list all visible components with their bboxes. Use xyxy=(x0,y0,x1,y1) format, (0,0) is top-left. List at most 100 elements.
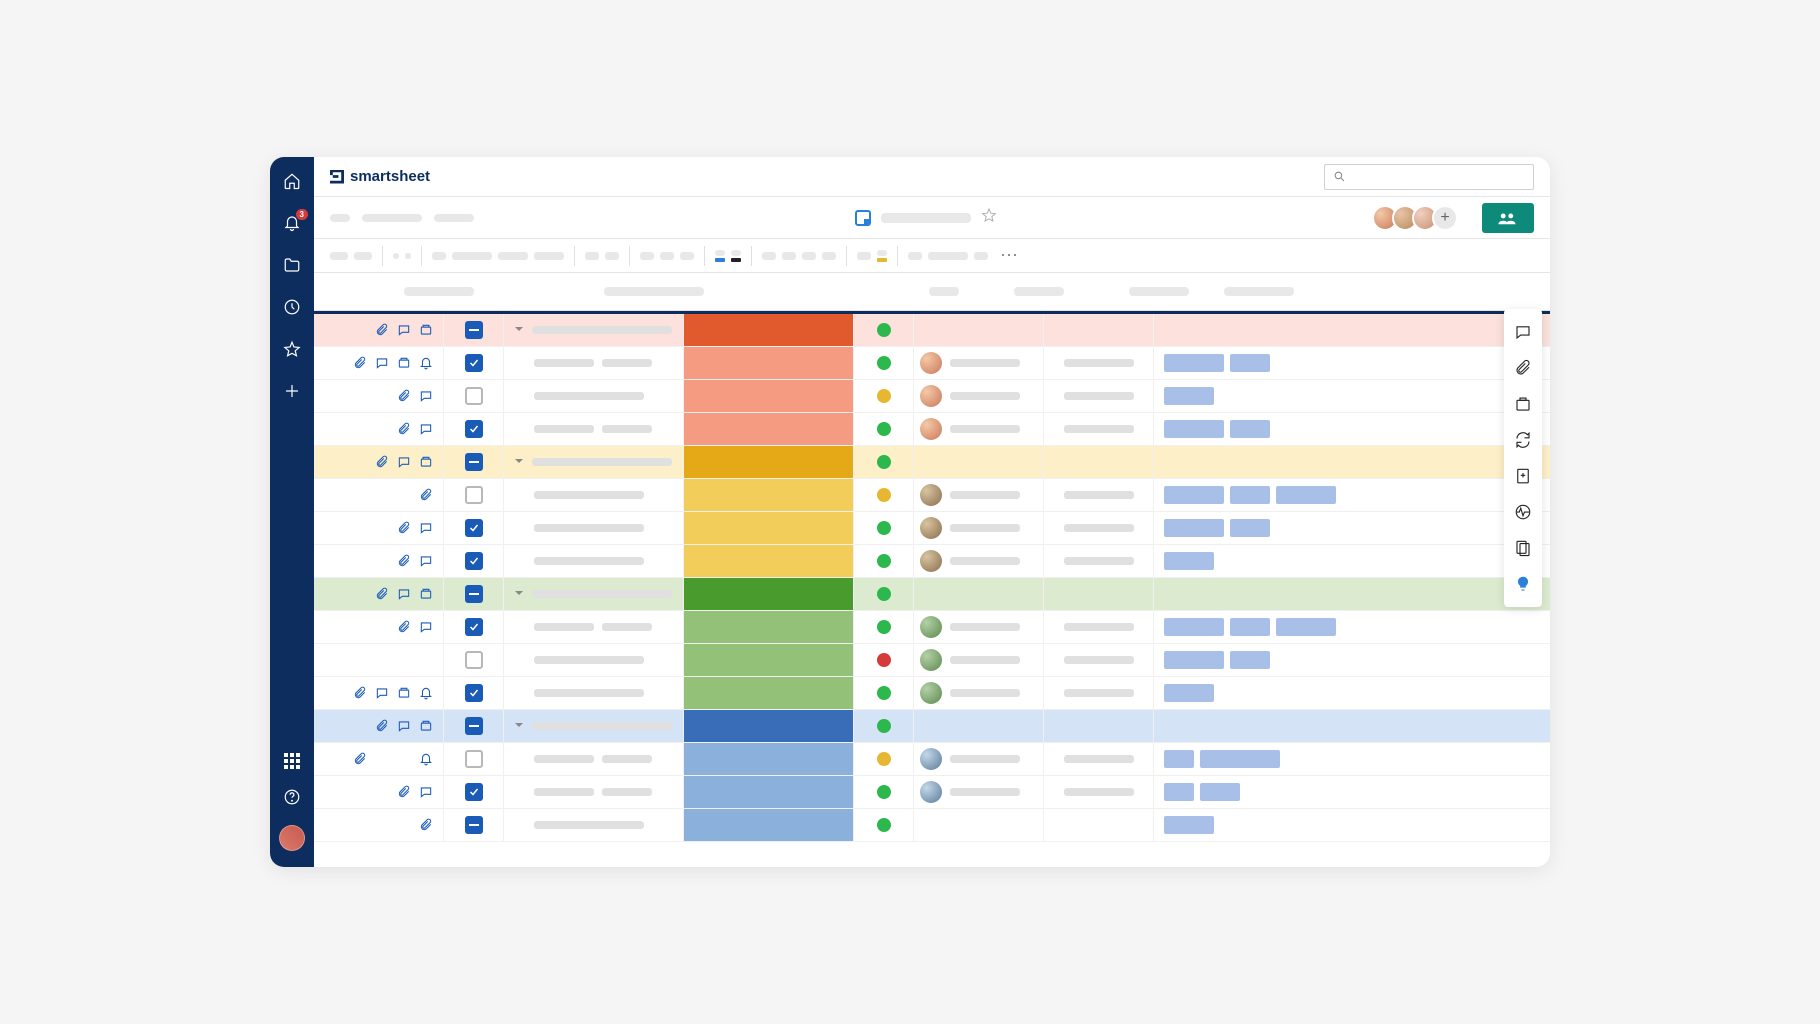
assignee-avatar[interactable] xyxy=(920,352,942,374)
checkbox-check[interactable] xyxy=(465,618,483,636)
tags-cell[interactable] xyxy=(1154,776,1550,808)
toolbar-item[interactable] xyxy=(660,252,674,260)
toolbar-item[interactable] xyxy=(452,252,492,260)
comment-icon[interactable] xyxy=(419,389,433,403)
proof-icon[interactable] xyxy=(397,356,411,370)
checkbox-cell[interactable] xyxy=(444,644,504,676)
date-cell[interactable] xyxy=(1044,809,1154,841)
checkbox-check[interactable] xyxy=(465,783,483,801)
toolbar-item[interactable] xyxy=(822,252,836,260)
date-cell[interactable] xyxy=(1044,380,1154,412)
tags-cell[interactable] xyxy=(1154,677,1550,709)
checkbox-cell[interactable] xyxy=(444,512,504,544)
tag-chip[interactable] xyxy=(1164,750,1194,768)
tag-chip[interactable] xyxy=(1164,651,1224,669)
assignee-avatar[interactable] xyxy=(920,418,942,440)
column-header[interactable] xyxy=(929,287,959,296)
table-row[interactable] xyxy=(314,611,1550,644)
status-color-cell[interactable] xyxy=(684,743,854,775)
task-name-cell[interactable] xyxy=(504,446,684,478)
attach-icon[interactable] xyxy=(353,752,367,766)
checkbox-minus[interactable] xyxy=(465,816,483,834)
task-name-cell[interactable] xyxy=(504,677,684,709)
toolbar-item[interactable] xyxy=(782,252,796,260)
tag-chip[interactable] xyxy=(1230,486,1270,504)
checkbox-cell[interactable] xyxy=(444,446,504,478)
tags-cell[interactable] xyxy=(1154,644,1550,676)
table-row[interactable] xyxy=(314,314,1550,347)
summary-panel-icon[interactable] xyxy=(1514,539,1532,557)
add-collaborator-button[interactable]: + xyxy=(1432,205,1458,231)
checkbox-cell[interactable] xyxy=(444,578,504,610)
assignee-avatar[interactable] xyxy=(920,550,942,572)
attach-icon[interactable] xyxy=(375,323,389,337)
assignee-cell[interactable] xyxy=(914,743,1044,775)
proof-icon[interactable] xyxy=(397,686,411,700)
task-name-cell[interactable] xyxy=(504,413,684,445)
expand-caret-icon[interactable] xyxy=(514,321,524,339)
date-cell[interactable] xyxy=(1044,479,1154,511)
proof-icon[interactable] xyxy=(419,455,433,469)
date-cell[interactable] xyxy=(1044,644,1154,676)
toolbar-item[interactable] xyxy=(330,252,348,260)
date-cell[interactable] xyxy=(1044,677,1154,709)
reminder-icon[interactable] xyxy=(419,356,433,370)
assignee-avatar[interactable] xyxy=(920,682,942,704)
status-color-cell[interactable] xyxy=(684,809,854,841)
reminder-icon[interactable] xyxy=(419,752,433,766)
table-row[interactable] xyxy=(314,446,1550,479)
toolbar-item[interactable] xyxy=(762,252,776,260)
status-color-cell[interactable] xyxy=(684,380,854,412)
proof-icon[interactable] xyxy=(419,323,433,337)
health-cell[interactable] xyxy=(854,809,914,841)
assignee-cell[interactable] xyxy=(914,710,1044,742)
date-cell[interactable] xyxy=(1044,710,1154,742)
checkbox-cell[interactable] xyxy=(444,710,504,742)
notifications-icon[interactable]: 3 xyxy=(282,213,302,233)
health-cell[interactable] xyxy=(854,578,914,610)
checkbox-check[interactable] xyxy=(465,684,483,702)
comment-icon[interactable] xyxy=(419,620,433,634)
highlight-picker[interactable] xyxy=(877,250,887,262)
checkbox-cell[interactable] xyxy=(444,413,504,445)
tag-chip[interactable] xyxy=(1230,651,1270,669)
toolbar-item[interactable] xyxy=(974,252,988,260)
assignee-cell[interactable] xyxy=(914,809,1044,841)
activity-log-panel-icon[interactable] xyxy=(1514,503,1532,521)
date-cell[interactable] xyxy=(1044,347,1154,379)
table-row[interactable] xyxy=(314,644,1550,677)
task-name-cell[interactable] xyxy=(504,743,684,775)
assignee-cell[interactable] xyxy=(914,644,1044,676)
search-input[interactable] xyxy=(1324,164,1534,190)
attach-icon[interactable] xyxy=(375,587,389,601)
tag-chip[interactable] xyxy=(1164,486,1224,504)
comment-icon[interactable] xyxy=(397,719,411,733)
attach-icon[interactable] xyxy=(353,686,367,700)
status-color-cell[interactable] xyxy=(684,644,854,676)
toolbar-item[interactable] xyxy=(432,252,446,260)
tags-cell[interactable] xyxy=(1154,578,1550,610)
comment-icon[interactable] xyxy=(419,554,433,568)
task-name-cell[interactable] xyxy=(504,380,684,412)
attach-icon[interactable] xyxy=(397,422,411,436)
health-cell[interactable] xyxy=(854,743,914,775)
tag-chip[interactable] xyxy=(1200,783,1240,801)
assignee-cell[interactable] xyxy=(914,776,1044,808)
folder-icon[interactable] xyxy=(282,255,302,275)
tag-chip[interactable] xyxy=(1164,618,1224,636)
account-avatar[interactable] xyxy=(279,825,305,851)
task-name-cell[interactable] xyxy=(504,776,684,808)
toolbar-item[interactable] xyxy=(928,252,968,260)
status-color-cell[interactable] xyxy=(684,446,854,478)
fill-color-picker[interactable] xyxy=(731,250,741,262)
tags-cell[interactable] xyxy=(1154,611,1550,643)
tags-cell[interactable] xyxy=(1154,479,1550,511)
attach-icon[interactable] xyxy=(397,389,411,403)
date-cell[interactable] xyxy=(1044,545,1154,577)
table-row[interactable] xyxy=(314,479,1550,512)
assignee-cell[interactable] xyxy=(914,446,1044,478)
brand-logo[interactable]: smartsheet xyxy=(330,168,430,185)
comments-panel-icon[interactable] xyxy=(1514,323,1532,341)
expand-caret-icon[interactable] xyxy=(514,585,524,603)
tag-chip[interactable] xyxy=(1164,387,1214,405)
